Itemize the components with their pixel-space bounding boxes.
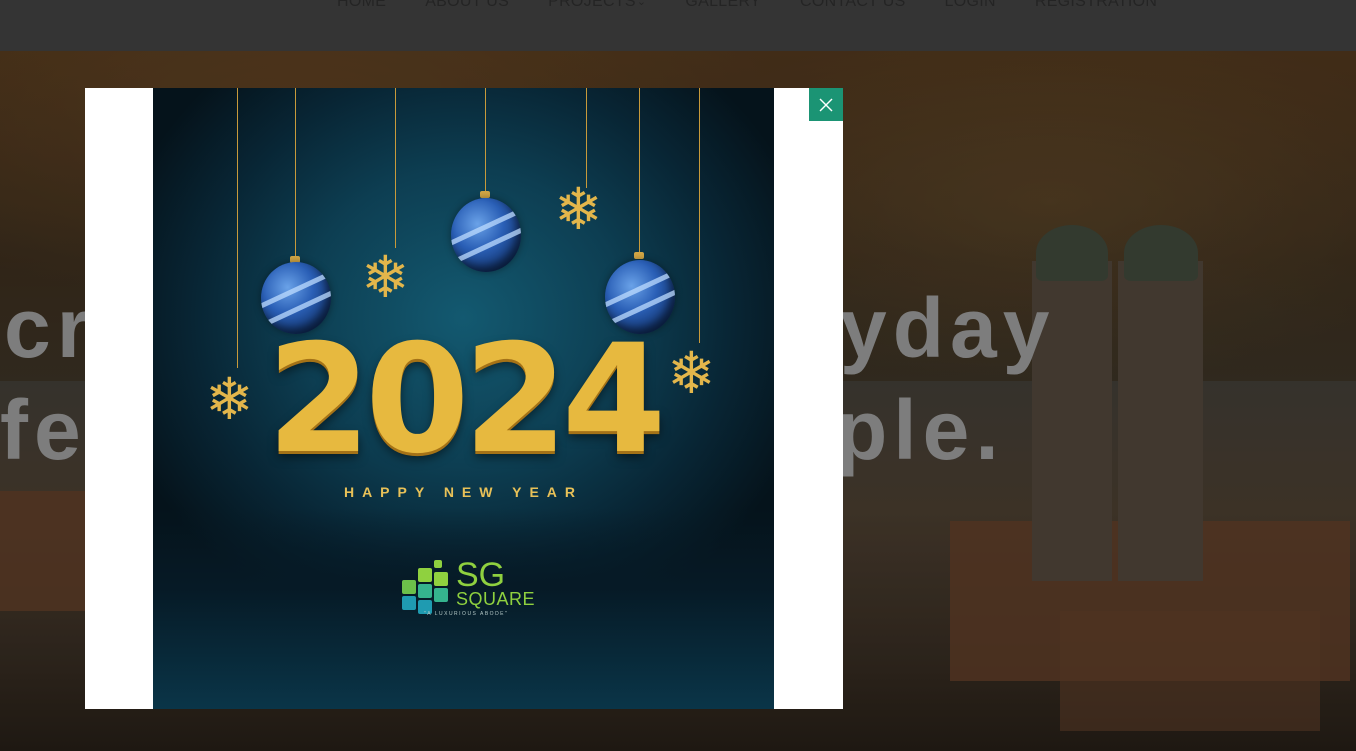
- logo-text-sg: SG: [456, 556, 506, 594]
- ornament-string: [485, 88, 486, 193]
- logo-tagline: "A LUXURIOUS ABODE": [424, 611, 509, 617]
- ornament-cap: [634, 252, 644, 259]
- ornament-string: [395, 88, 396, 248]
- ornament-string: [639, 88, 640, 253]
- sg-square-logo: SG SQUARE "A LUXURIOUS ABODE": [400, 556, 535, 622]
- logo-text-square: SQUARE: [456, 589, 536, 609]
- logo-block: [434, 560, 442, 568]
- snowflake-icon: ❄: [554, 175, 603, 243]
- new-year-poster: ❄ ❄ ❄ ❄ 2024 HAPPY NEW YEAR SG SQUARE "A…: [153, 88, 774, 709]
- logo-block: [402, 580, 416, 594]
- ornament-cap: [480, 191, 490, 198]
- ornament-string: [699, 88, 700, 343]
- close-icon: [819, 98, 833, 111]
- ornament-ball-icon: [451, 198, 521, 272]
- snowflake-icon: ❄: [361, 243, 410, 311]
- promo-modal: ❄ ❄ ❄ ❄ 2024 HAPPY NEW YEAR SG SQUARE "A…: [85, 88, 843, 709]
- poster-greeting: HAPPY NEW YEAR: [343, 484, 584, 500]
- poster-year: 2024: [266, 313, 666, 487]
- logo-block: [402, 596, 416, 610]
- ornament-string: [586, 88, 587, 188]
- logo-block: [418, 584, 432, 598]
- close-button[interactable]: [809, 88, 843, 121]
- logo-block: [434, 572, 448, 586]
- logo-block: [434, 588, 448, 602]
- logo-block: [418, 568, 432, 582]
- ornament-string: [295, 88, 296, 258]
